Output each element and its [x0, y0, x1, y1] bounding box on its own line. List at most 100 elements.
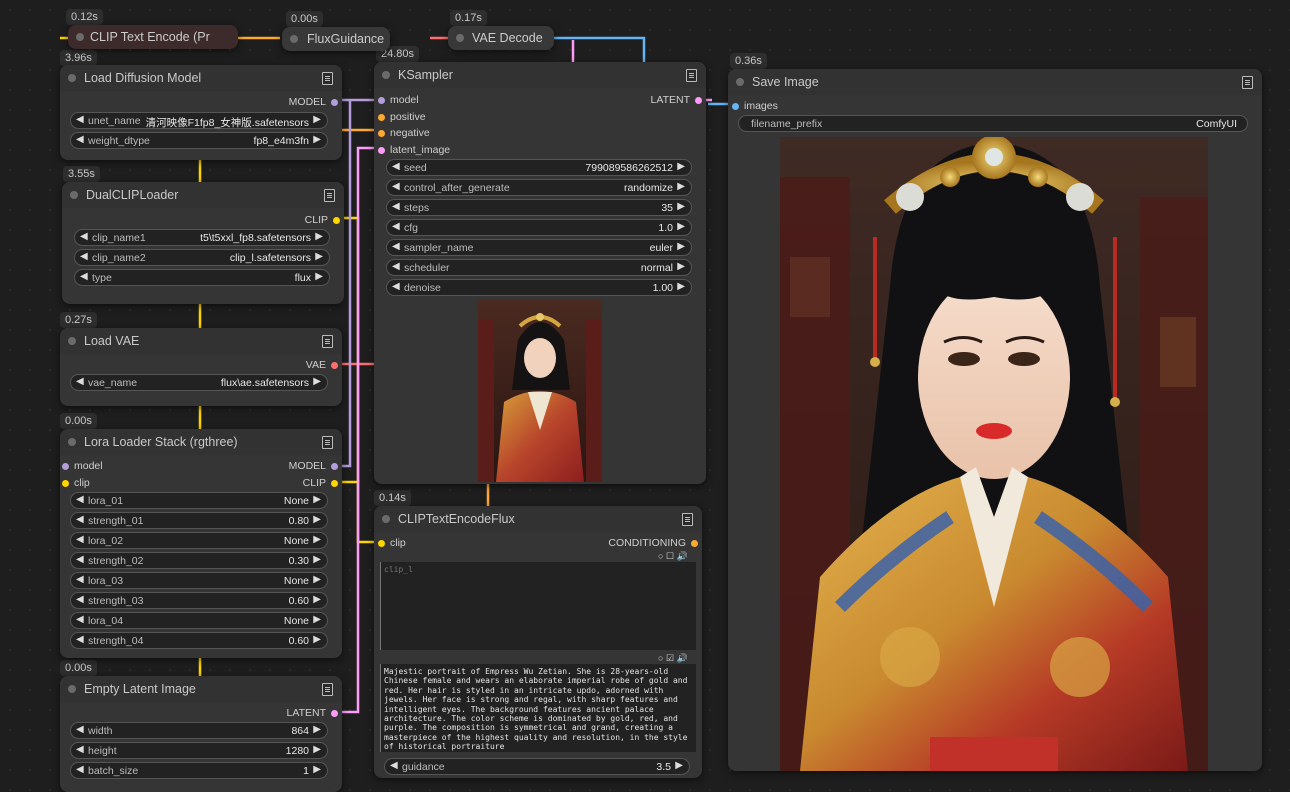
node-title: Load Diffusion Model: [84, 71, 202, 85]
widget-batch-size[interactable]: ◀ batch_size 1 ▶: [70, 762, 328, 779]
collapse-dot-icon[interactable]: [736, 78, 744, 86]
widget-type[interactable]: ◀ type flux ▶: [74, 269, 330, 286]
clip-l-textarea[interactable]: clip_l: [380, 562, 696, 650]
timing-empty-latent: 0.00s: [60, 660, 97, 676]
widget-height[interactable]: ◀ height 1280 ▶: [70, 742, 328, 759]
node-vae-decode[interactable]: VAE Decode: [448, 26, 554, 50]
node-load-vae[interactable]: Load VAE VAE ◀ vae_name flux\ae.safetensor…: [60, 328, 342, 406]
arrow-left-icon: ◀: [76, 134, 84, 145]
document-icon[interactable]: [682, 513, 693, 526]
node-title: Empty Latent Image: [84, 682, 196, 696]
document-icon[interactable]: [322, 335, 333, 348]
node-clip-text-encode[interactable]: CLIP Text Encode (Pr: [68, 25, 238, 49]
node-flux-guidance[interactable]: FluxGuidance: [282, 27, 390, 51]
node-title: CLIPTextEncodeFlux: [398, 512, 515, 526]
document-icon[interactable]: [324, 189, 335, 202]
input-clip[interactable]: clip: [62, 477, 90, 489]
checkbox-icon[interactable]: ☐: [666, 551, 674, 561]
widget-strength-04[interactable]: ◀ strength_04 0.60 ▶: [70, 632, 328, 649]
arrow-right-icon: ▶: [313, 134, 321, 145]
node-save-image[interactable]: Save Image images filename_prefix ComfyU…: [728, 69, 1262, 771]
document-icon[interactable]: [322, 436, 333, 449]
output-clip[interactable]: CLIP: [303, 477, 338, 489]
output-model[interactable]: MODEL: [289, 460, 338, 472]
widget-clip-name2[interactable]: ◀ clip_name2 clip_l.safetensors ▶: [74, 249, 330, 266]
input-model[interactable]: model: [378, 94, 419, 106]
widget-strength-03[interactable]: ◀ strength_03 0.60 ▶: [70, 592, 328, 609]
widget-weight-dtype[interactable]: ◀ weight_dtype fp8_e4m3fn ▶: [70, 132, 328, 149]
timing-load-vae: 0.27s: [60, 312, 97, 328]
timing-lora: 0.00s: [60, 413, 97, 429]
node-title: Save Image: [752, 75, 819, 89]
node-title: DualCLIPLoader: [86, 188, 179, 202]
timing-load-diffusion: 3.96s: [60, 50, 97, 66]
output-latent[interactable]: LATENT: [287, 707, 338, 719]
widget-sampler-name[interactable]: ◀ sampler_name euler ▶: [386, 239, 692, 256]
timing-clip-flux: 0.14s: [374, 490, 411, 506]
circle-icon[interactable]: ○: [658, 653, 663, 663]
clip-l-toolbar[interactable]: ○ ☐ 🔊: [658, 551, 688, 562]
widget-strength-02[interactable]: ◀ strength_02 0.30 ▶: [70, 552, 328, 569]
collapse-dot-icon[interactable]: [68, 438, 76, 446]
document-icon[interactable]: [322, 72, 333, 85]
widget-filename-prefix[interactable]: filename_prefix ComfyUI: [738, 115, 1248, 132]
node-title: VAE Decode: [472, 31, 543, 45]
widget-seed[interactable]: ◀ seed 799089586262512 ▶: [386, 159, 692, 176]
output-image: [780, 137, 1208, 771]
input-images[interactable]: images: [732, 100, 778, 112]
widget-lora-02[interactable]: ◀ lora_02 None ▶: [70, 532, 328, 549]
node-lora-loader-stack[interactable]: Lora Loader Stack (rgthree) model clip M…: [60, 429, 342, 658]
input-negative[interactable]: negative: [378, 127, 430, 139]
output-model[interactable]: MODEL: [289, 96, 338, 108]
input-latent-image[interactable]: latent_image: [378, 144, 450, 156]
widget-lora-01[interactable]: ◀ lora_01 None ▶: [70, 492, 328, 509]
node-load-diffusion-model[interactable]: Load Diffusion Model MODEL ◀ unet_name 清河映…: [60, 65, 342, 160]
input-positive[interactable]: positive: [378, 111, 426, 123]
t5xxl-textarea[interactable]: Majestic portrait of Empress Wu Zetian. …: [380, 664, 696, 752]
collapse-dot-icon[interactable]: [76, 33, 84, 41]
widget-lora-04[interactable]: ◀ lora_04 None ▶: [70, 612, 328, 629]
widget-control-after-generate[interactable]: ◀ control_after_generate randomize ▶: [386, 179, 692, 196]
widget-lora-03[interactable]: ◀ lora_03 None ▶: [70, 572, 328, 589]
widget-denoise[interactable]: ◀ denoise 1.00 ▶: [386, 279, 692, 296]
collapse-dot-icon[interactable]: [382, 515, 390, 523]
output-conditioning[interactable]: CONDITIONING: [608, 537, 698, 549]
preview-image: [478, 300, 602, 482]
input-clip[interactable]: clip: [378, 537, 406, 549]
output-clip[interactable]: CLIP: [305, 214, 340, 226]
collapse-dot-icon[interactable]: [456, 34, 464, 42]
node-clip-text-encode-flux[interactable]: CLIPTextEncodeFlux clip CONDITIONING ○ ☐…: [374, 506, 702, 778]
circle-icon[interactable]: ○: [658, 551, 663, 561]
widget-strength-01[interactable]: ◀ strength_01 0.80 ▶: [70, 512, 328, 529]
collapse-dot-icon[interactable]: [382, 71, 390, 79]
document-icon[interactable]: [322, 683, 333, 696]
document-icon[interactable]: [1242, 76, 1253, 89]
node-ksampler[interactable]: KSampler model positive negative latent_…: [374, 62, 706, 484]
widget-guidance[interactable]: ◀ guidance 3.5 ▶: [384, 758, 690, 775]
t5xxl-toolbar[interactable]: ○ ☑ 🔊: [658, 653, 688, 664]
timing-vae-decode: 0.17s: [450, 10, 487, 26]
input-model[interactable]: model: [62, 460, 103, 472]
node-empty-latent-image[interactable]: Empty Latent Image LATENT ◀ width 864 ▶ ◀ he…: [60, 676, 342, 792]
document-icon[interactable]: [686, 69, 697, 82]
collapse-dot-icon[interactable]: [68, 74, 76, 82]
widget-scheduler[interactable]: ◀ scheduler normal ▶: [386, 259, 692, 276]
widget-vae-name[interactable]: ◀ vae_name flux\ae.safetensors ▶: [70, 374, 328, 391]
checkbox-checked-icon[interactable]: ☑: [666, 653, 674, 663]
node-title: FluxGuidance: [307, 32, 385, 46]
output-latent[interactable]: LATENT: [651, 94, 702, 106]
collapse-dot-icon[interactable]: [68, 337, 76, 345]
speaker-icon[interactable]: 🔊: [677, 551, 688, 561]
collapse-dot-icon[interactable]: [290, 35, 298, 43]
collapse-dot-icon[interactable]: [70, 191, 78, 199]
widget-unet-name[interactable]: ◀ unet_name 清河映像F1fp8_女神版.safetensors ▶: [70, 112, 328, 129]
widget-cfg[interactable]: ◀ cfg 1.0 ▶: [386, 219, 692, 236]
output-vae[interactable]: VAE: [306, 359, 338, 371]
widget-steps[interactable]: ◀ steps 35 ▶: [386, 199, 692, 216]
node-dual-clip-loader[interactable]: DualCLIPLoader CLIP ◀ clip_name1 t5\t5xxl_…: [62, 182, 344, 304]
collapse-dot-icon[interactable]: [68, 685, 76, 693]
widget-clip-name1[interactable]: ◀ clip_name1 t5\t5xxl_fp8.safetensors ▶: [74, 229, 330, 246]
widget-width[interactable]: ◀ width 864 ▶: [70, 722, 328, 739]
node-title: KSampler: [398, 68, 453, 82]
speaker-icon[interactable]: 🔊: [677, 653, 688, 663]
